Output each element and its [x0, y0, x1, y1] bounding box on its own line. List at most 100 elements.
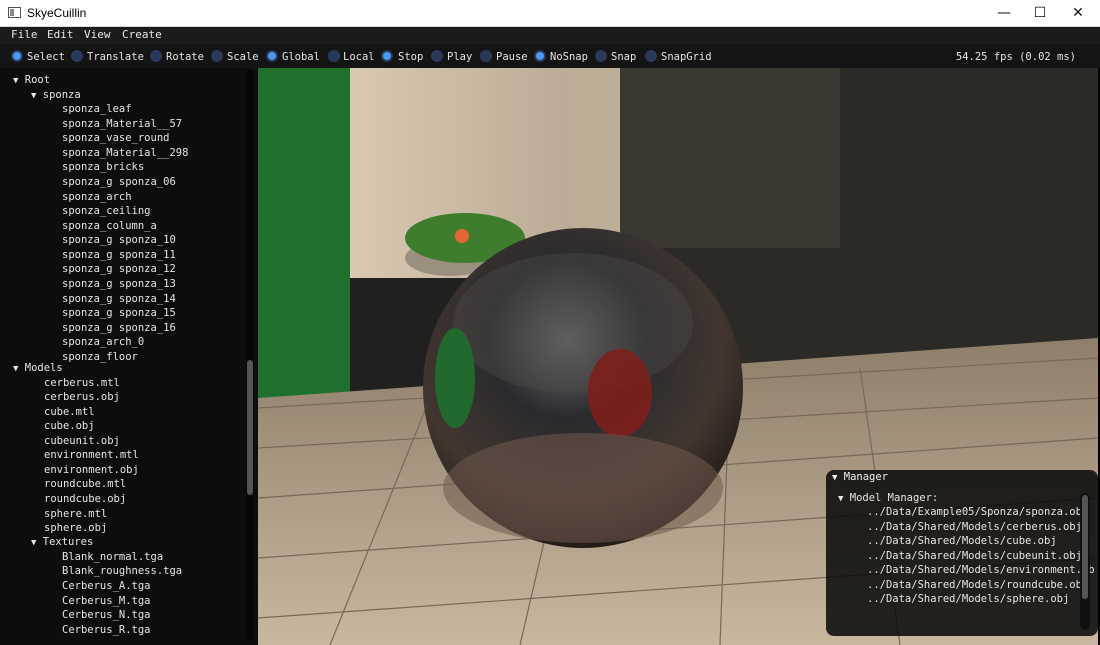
tree-item[interactable]: cube.obj: [44, 420, 95, 432]
tree-item[interactable]: sponza_Material__298: [62, 147, 188, 159]
model-path-item[interactable]: ../Data/Shared/Models/roundcube.obj: [867, 579, 1088, 591]
nosnap-label: NoSnap: [550, 51, 588, 63]
tree-root-label: Root: [24, 74, 51, 86]
model-manager-label: Model Manager:: [849, 492, 939, 504]
tree-textures-label: Textures: [42, 536, 94, 548]
translate-label: Translate: [87, 51, 144, 63]
model-path-item[interactable]: ../Data/Shared/Models/cubeunit.obj: [867, 550, 1082, 562]
tree-item[interactable]: sphere.obj: [44, 522, 107, 534]
tree-item[interactable]: sponza_vase_round: [62, 132, 169, 144]
snap-radio[interactable]: [595, 50, 607, 62]
select-radio[interactable]: [11, 50, 23, 62]
stop-label: Stop: [398, 51, 424, 63]
menu-bar: File Edit View Create: [0, 27, 1100, 44]
snapgrid-radio[interactable]: [645, 50, 657, 62]
collapse-triangle-icon[interactable]: ▼: [31, 538, 36, 548]
collapse-triangle-icon[interactable]: ▼: [13, 76, 18, 86]
tree-item[interactable]: sponza_ceiling: [62, 205, 151, 217]
collapse-triangle-icon[interactable]: ▼: [832, 473, 837, 483]
model-path-item[interactable]: ../Data/Shared/Models/environment.ob: [867, 564, 1095, 576]
tree-item[interactable]: sponza_g sponza_14: [62, 293, 176, 305]
fps-counter: 54.25 fps (0.02 ms): [955, 51, 1076, 63]
global-label: Global: [282, 51, 320, 63]
tree-item[interactable]: cube.mtl: [44, 406, 95, 418]
minimize-button[interactable]: —: [986, 0, 1022, 26]
play-label: Play: [447, 51, 473, 63]
collapse-triangle-icon[interactable]: ▼: [13, 364, 18, 374]
tree-item[interactable]: sponza_leaf: [62, 103, 132, 115]
tree-item[interactable]: sponza_g sponza_12: [62, 263, 176, 275]
menu-view[interactable]: View: [84, 28, 111, 41]
menu-create[interactable]: Create: [122, 28, 162, 41]
tree-item[interactable]: environment.obj: [44, 464, 139, 476]
scale-radio[interactable]: [211, 50, 223, 62]
tree-item[interactable]: cerberus.obj: [44, 391, 120, 403]
rotate-label: Rotate: [166, 51, 204, 63]
app-icon: [8, 7, 21, 18]
window-title: SkyeCuillin: [27, 6, 87, 20]
select-label: Select: [27, 51, 65, 63]
translate-radio[interactable]: [71, 50, 83, 62]
tree-sponza-label: sponza: [42, 89, 81, 101]
menu-edit[interactable]: Edit: [47, 28, 74, 41]
tree-item[interactable]: Cerberus_A.tga: [62, 580, 151, 592]
tree-item[interactable]: Cerberus_M.tga: [62, 595, 151, 607]
tree-item[interactable]: sponza_g sponza_11: [62, 249, 176, 261]
scale-label: Scale: [227, 51, 259, 63]
menu-file[interactable]: File: [11, 28, 38, 41]
collapse-triangle-icon[interactable]: ▼: [838, 494, 843, 504]
scene-tree-panel: ▼ Root ▼ sponza sponza_leaf sponza_Mater…: [0, 68, 258, 645]
snap-label: Snap: [611, 51, 637, 63]
local-label: Local: [343, 51, 375, 63]
tree-item[interactable]: sponza_g sponza_06: [62, 176, 176, 188]
tree-item[interactable]: Cerberus_R.tga: [62, 624, 151, 636]
tree-item[interactable]: Blank_normal.tga: [62, 551, 163, 563]
rotate-radio[interactable]: [150, 50, 162, 62]
tree-item[interactable]: Blank_roughness.tga: [62, 565, 182, 577]
tree-scrollbar[interactable]: [246, 70, 254, 640]
tree-item[interactable]: sponza_arch_0: [62, 336, 144, 348]
local-radio[interactable]: [328, 50, 340, 62]
tree-models-label: Models: [24, 362, 63, 374]
tree-item[interactable]: sponza_g sponza_13: [62, 278, 176, 290]
tree-scroll-thumb[interactable]: [247, 360, 253, 495]
tree-item[interactable]: cubeunit.obj: [44, 435, 120, 447]
model-path-item[interactable]: ../Data/Shared/Models/sphere.obj: [867, 593, 1069, 605]
tree-item[interactable]: sponza_floor: [62, 351, 138, 363]
tree-item[interactable]: sponza_g sponza_16: [62, 322, 176, 334]
tree-node-root[interactable]: ▼ Root: [13, 74, 50, 86]
close-button[interactable]: ✕: [1060, 0, 1096, 26]
tree-item[interactable]: Cerberus_N.tga: [62, 609, 151, 621]
manager-title-label: Manager: [843, 471, 889, 483]
tree-item[interactable]: environment.mtl: [44, 449, 139, 461]
tree-item[interactable]: sphere.mtl: [44, 508, 107, 520]
snapgrid-label: SnapGrid: [661, 51, 712, 63]
model-manager-node[interactable]: ▼ Model Manager:: [838, 492, 938, 504]
tree-item[interactable]: sponza_arch: [62, 191, 132, 203]
model-path-item[interactable]: ../Data/Shared/Models/cerberus.obj: [867, 521, 1082, 533]
tree-item[interactable]: sponza_Material__57: [62, 118, 182, 130]
model-path-item[interactable]: ../Data/Example05/Sponza/sponza.obj: [867, 506, 1088, 518]
stop-radio[interactable]: [381, 50, 393, 62]
tree-item[interactable]: cerberus.mtl: [44, 377, 120, 389]
maximize-button[interactable]: ☐: [1022, 0, 1058, 26]
tree-item[interactable]: roundcube.mtl: [44, 478, 126, 490]
pause-radio[interactable]: [480, 50, 492, 62]
tree-item[interactable]: sponza_g sponza_15: [62, 307, 176, 319]
manager-title[interactable]: ▼ Manager: [832, 471, 888, 483]
global-radio[interactable]: [266, 50, 278, 62]
tree-item[interactable]: sponza_column_a: [62, 220, 157, 232]
pause-label: Pause: [496, 51, 528, 63]
tree-node-sponza[interactable]: ▼ sponza: [31, 89, 81, 101]
tree-item[interactable]: sponza_g sponza_10: [62, 234, 176, 246]
manager-scroll-thumb[interactable]: [1082, 495, 1088, 599]
model-path-item[interactable]: ../Data/Shared/Models/cube.obj: [867, 535, 1057, 547]
tree-item[interactable]: roundcube.obj: [44, 493, 126, 505]
tree-node-models[interactable]: ▼ Models: [13, 362, 63, 374]
tree-item[interactable]: sponza_bricks: [62, 161, 144, 173]
title-bar: SkyeCuillin — ☐ ✕: [0, 0, 1100, 27]
tree-node-textures[interactable]: ▼ Textures: [31, 536, 93, 548]
play-radio[interactable]: [431, 50, 443, 62]
collapse-triangle-icon[interactable]: ▼: [31, 91, 36, 101]
nosnap-radio[interactable]: [534, 50, 546, 62]
